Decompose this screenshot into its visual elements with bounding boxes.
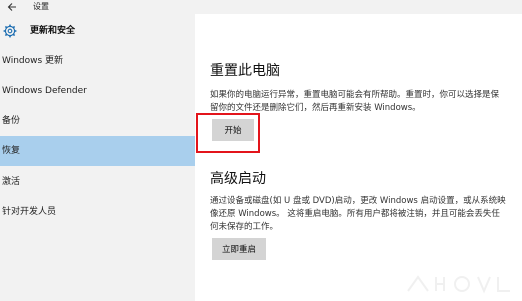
section-title: 更新和安全	[30, 26, 76, 36]
sidebar-item-backup[interactable]: 备份	[0, 106, 195, 136]
sidebar-item-windows-defender[interactable]: Windows Defender	[0, 76, 195, 106]
sidebar: 更新和安全 Windows 更新 Windows Defender 备份 恢复 …	[0, 14, 195, 301]
title-bar: 设置	[0, 0, 522, 14]
gear-icon	[3, 24, 17, 38]
start-reset-button[interactable]: 开始	[212, 119, 254, 141]
sidebar-header: 更新和安全	[0, 14, 195, 46]
sidebar-item-for-developers[interactable]: 针对开发人员	[0, 197, 195, 227]
restart-now-button[interactable]: 立即重启	[212, 238, 266, 260]
advanced-startup-heading: 高级启动	[210, 171, 266, 187]
reset-description: 如果你的电脑运行异常，重置电脑可能会有所帮助。重置时，你可以选择是保留你的文件还…	[210, 90, 500, 113]
watermark	[407, 275, 510, 294]
window-title: 设置	[33, 2, 49, 11]
reset-heading: 重置此电脑	[210, 63, 280, 79]
back-arrow-icon[interactable]	[6, 1, 18, 13]
sidebar-item-recovery[interactable]: 恢复	[0, 136, 195, 166]
sidebar-item-windows-update[interactable]: Windows 更新	[0, 46, 195, 76]
main-content: 重置此电脑 如果你的电脑运行异常，重置电脑可能会有所帮助。重置时，你可以选择是保…	[195, 14, 522, 301]
sidebar-item-activation[interactable]: 激活	[0, 167, 195, 197]
advanced-startup-description: 通过设备或磁盘(如 U 盘或 DVD)启动，更改 Windows 启动设置，或从…	[210, 196, 506, 232]
